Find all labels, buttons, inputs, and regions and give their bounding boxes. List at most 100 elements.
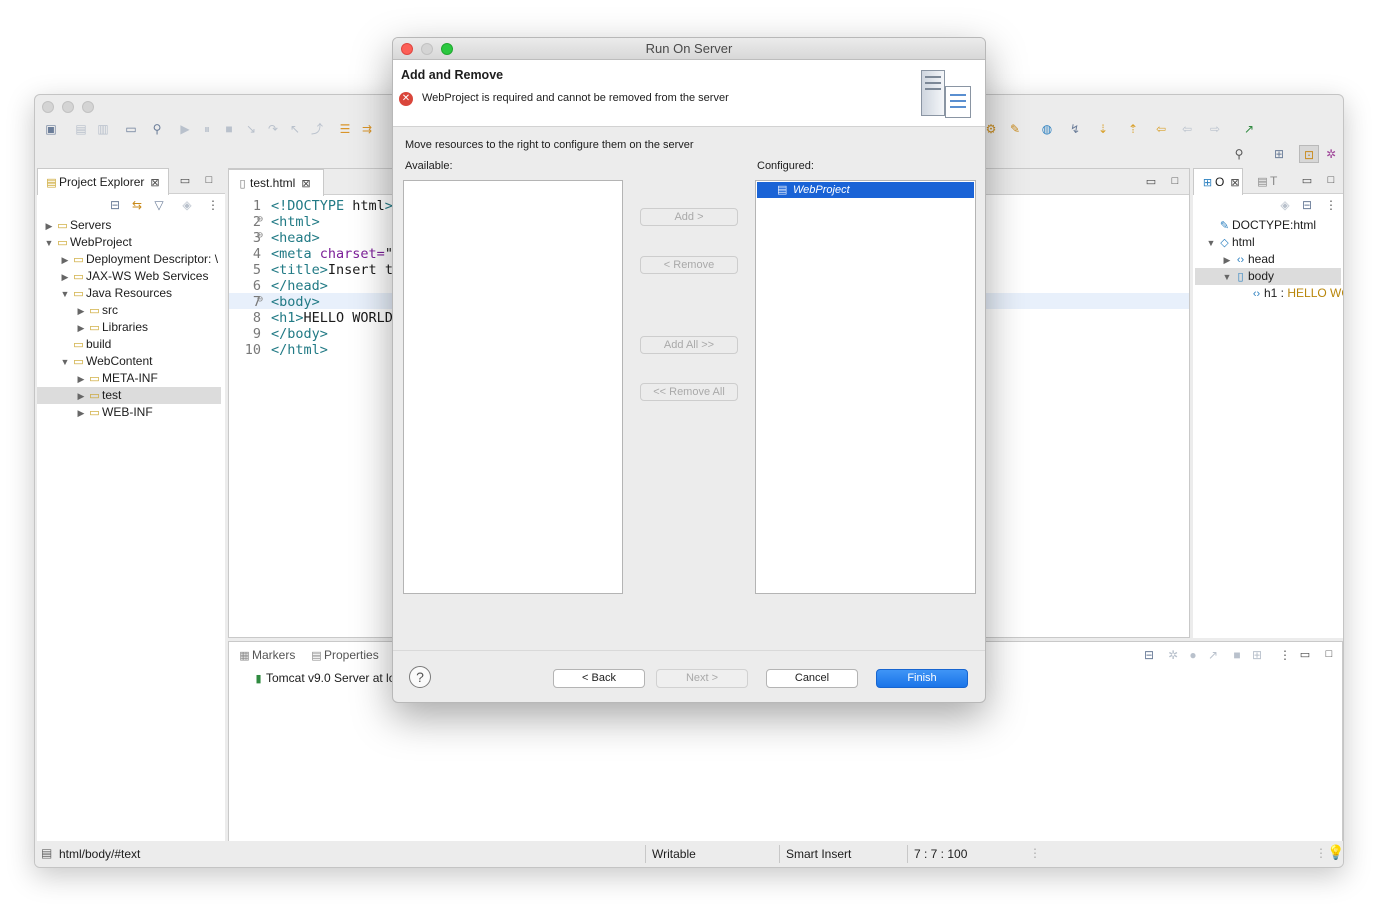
outline-item[interactable]: ▶ ‹› head <box>1195 251 1341 268</box>
quick-access-icon[interactable]: ⇉ <box>359 122 375 136</box>
forward-icon[interactable]: ⇨ <box>1207 122 1223 136</box>
outline-item[interactable]: ‹›h1 : HELLO WO <box>1195 285 1343 302</box>
focus-icon[interactable]: ◈ <box>1277 198 1293 212</box>
globe-icon[interactable]: ◍ <box>1039 122 1055 136</box>
maximize-icon[interactable]: □ <box>1323 648 1335 660</box>
outline-item[interactable]: ▼ ▯ body <box>1195 268 1341 285</box>
open-perspective-icon[interactable]: ⊞ <box>1271 147 1287 161</box>
tab-test-html[interactable]: ▯ test.html ⊠ <box>228 169 324 196</box>
collapsed-arrow-icon[interactable]: ▶ <box>59 269 71 286</box>
pin-editor-icon[interactable]: ↗ <box>1241 122 1257 136</box>
collapsed-arrow-icon[interactable]: ▶ <box>75 371 87 388</box>
save-all-icon[interactable]: ▥ <box>95 122 111 136</box>
last-edit-icon[interactable]: ⇦ <box>1153 122 1169 136</box>
collapsed-arrow-icon[interactable]: ▶ <box>75 405 87 422</box>
tree-item[interactable]: ▶ ▭ JAX-WS Web Services <box>37 268 221 285</box>
next-button[interactable]: Next > <box>656 669 748 688</box>
finish-button[interactable]: Finish <box>876 669 968 688</box>
collapse-all-icon[interactable]: ⊟ <box>1299 198 1315 212</box>
start-server-icon[interactable]: ● <box>1185 648 1201 662</box>
search-icon[interactable]: ⚲ <box>1231 147 1247 161</box>
minimize-icon[interactable]: ▭ <box>1145 175 1157 188</box>
collapsed-arrow-icon[interactable]: ▶ <box>43 218 55 235</box>
publish-icon[interactable]: ⊞ <box>1249 648 1265 662</box>
step-return-icon[interactable]: ↖ <box>287 122 303 136</box>
drop-to-frame-icon[interactable]: ⤴ <box>309 122 325 136</box>
minimize-icon[interactable]: ▭ <box>179 174 191 187</box>
tab-markers[interactable]: ▦ Markers <box>231 642 301 668</box>
zoom-traffic-light[interactable] <box>82 101 94 113</box>
remove-button[interactable]: < Remove <box>640 256 738 274</box>
back-icon[interactable]: ⇦ <box>1179 122 1195 136</box>
close-icon[interactable]: ⊠ <box>1230 177 1239 189</box>
back-button[interactable]: < Back <box>553 669 645 688</box>
collapsed-arrow-icon[interactable]: ▶ <box>59 252 71 269</box>
view-menu-icon[interactable]: ⋮ <box>1323 198 1339 212</box>
profile-server-icon[interactable]: ↗ <box>1205 648 1221 662</box>
cancel-button[interactable]: Cancel <box>766 669 858 688</box>
close-traffic-light[interactable] <box>42 101 54 113</box>
prev-annotation-icon[interactable]: ⇡ <box>1125 122 1141 136</box>
collapsed-arrow-icon[interactable]: ▶ <box>75 303 87 320</box>
step-into-icon[interactable]: ↘ <box>243 122 259 136</box>
expanded-arrow-icon[interactable]: ▼ <box>59 354 71 371</box>
tree-item[interactable]: ▶ ▭ Deployment Descriptor: \ <box>37 251 221 268</box>
close-icon[interactable]: ⊠ <box>301 178 310 190</box>
tree-item[interactable]: ▶ ▭ META-INF <box>37 370 221 387</box>
tree-item[interactable]: ▶ ▭ WEB-INF <box>37 404 221 421</box>
maximize-icon[interactable]: □ <box>1169 175 1181 187</box>
terminate-icon[interactable]: ■ <box>221 122 237 136</box>
add-all-button[interactable]: Add All >> <box>640 336 738 354</box>
save-icon[interactable]: ▤ <box>73 122 89 136</box>
tree-item[interactable]: ▶ ▭ test <box>37 387 221 404</box>
run-icon[interactable]: ✎ <box>1007 122 1023 136</box>
server-row[interactable]: ▮ Tomcat v9.0 Server at lo <box>251 670 395 687</box>
tree-item[interactable]: ▶ ▭ Servers <box>37 217 221 234</box>
open-type-icon[interactable]: ↯ <box>1067 122 1083 136</box>
collapse-icon[interactable]: ⊟ <box>1141 648 1157 662</box>
stop-server-icon[interactable]: ■ <box>1229 648 1245 662</box>
configured-item-webproject[interactable]: ▤ WebProject <box>757 182 974 198</box>
step-over-icon[interactable]: ↷ <box>265 122 281 136</box>
fold-icon[interactable]: ⊖ <box>257 294 263 305</box>
outline-item[interactable]: ▼ ◇ html <box>1195 234 1341 251</box>
expanded-arrow-icon[interactable]: ▼ <box>1221 269 1233 286</box>
fold-icon[interactable]: ⊖ <box>257 230 263 241</box>
filter-icon[interactable]: ▽ <box>151 198 167 212</box>
maximize-icon[interactable]: □ <box>1325 174 1337 186</box>
help-button[interactable]: ? <box>409 666 431 688</box>
debug-perspective-icon[interactable]: ✲ <box>1323 147 1339 161</box>
tab-outline[interactable]: ⊞ O ⊠ <box>1193 168 1243 195</box>
suspend-icon[interactable]: ⏸ <box>199 122 215 136</box>
collapsed-arrow-icon[interactable]: ▶ <box>1221 252 1233 269</box>
tree-item[interactable]: ▼ ▭ WebProject <box>37 234 221 251</box>
zoom-traffic-light[interactable] <box>441 43 453 55</box>
task-icon[interactable]: ☰ <box>337 122 353 136</box>
configured-list[interactable]: ▤ WebProject <box>755 180 976 594</box>
minimize-icon[interactable]: ▭ <box>1299 648 1311 661</box>
lightbulb-icon[interactable]: 💡 <box>1327 844 1343 861</box>
tree-item[interactable]: ▶ ▭ Libraries <box>37 319 221 336</box>
focus-icon[interactable]: ◈ <box>179 198 195 212</box>
minimize-traffic-light[interactable] <box>62 101 74 113</box>
minimize-icon[interactable]: ▭ <box>1301 174 1313 187</box>
remove-all-button[interactable]: << Remove All <box>640 383 738 401</box>
available-list[interactable] <box>403 180 623 594</box>
new-icon[interactable]: ▣ <box>43 122 59 136</box>
maximize-icon[interactable]: □ <box>203 174 215 186</box>
search-tool-icon[interactable]: ⚲ <box>149 122 165 136</box>
tree-item[interactable]: ▼ ▭ Java Resources <box>37 285 221 302</box>
collapsed-arrow-icon[interactable]: ▶ <box>75 320 87 337</box>
link-editor-icon[interactable]: ⇆ <box>129 198 145 212</box>
java-ee-perspective-icon[interactable]: ⊡ <box>1299 145 1319 163</box>
tree-item[interactable]: ▶ ▭ src <box>37 302 221 319</box>
tree-item[interactable]: ▭ build <box>37 336 221 353</box>
tab-properties[interactable]: ▤ Properties <box>303 642 385 668</box>
collapsed-arrow-icon[interactable]: ▶ <box>75 388 87 405</box>
tab-project-explorer[interactable]: ▤ Project Explorer ⊠ <box>37 168 169 195</box>
collapse-all-icon[interactable]: ⊟ <box>107 198 123 212</box>
close-icon[interactable]: ⊠ <box>150 177 159 189</box>
expanded-arrow-icon[interactable]: ▼ <box>59 286 71 303</box>
outline-item[interactable]: ✎ DOCTYPE:html <box>1195 217 1341 234</box>
view-menu-icon[interactable]: ⋮ <box>205 198 221 212</box>
